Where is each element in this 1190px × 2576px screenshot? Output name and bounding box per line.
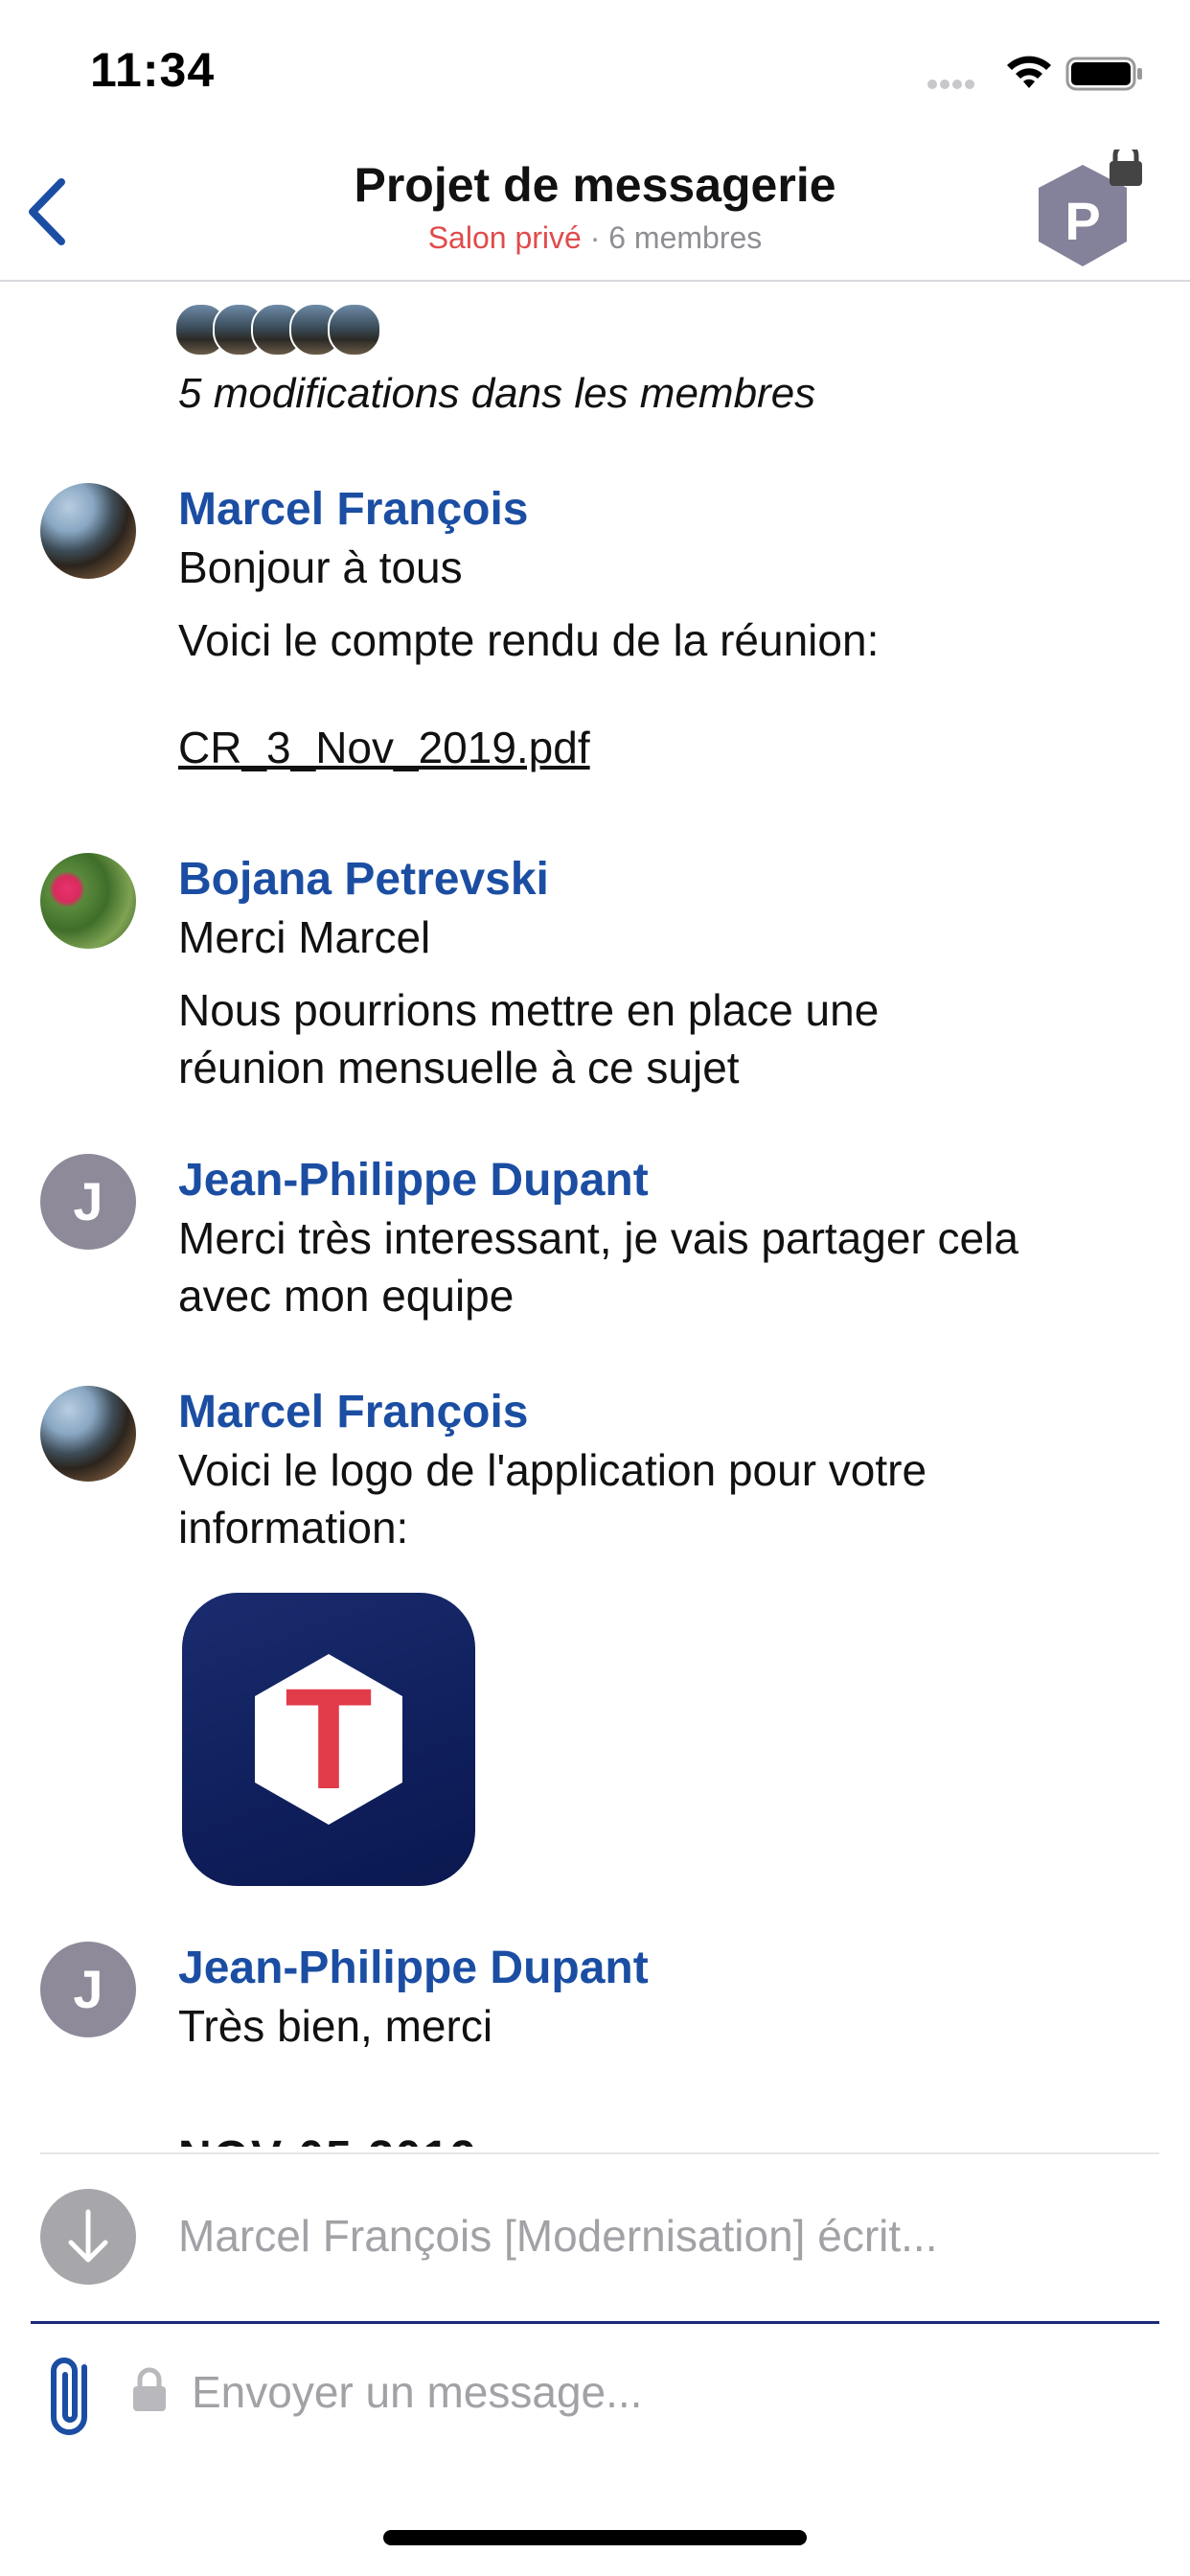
lock-icon xyxy=(133,2367,166,2411)
message-text: information: xyxy=(178,1503,409,1552)
room-title[interactable]: Projet de messagerie xyxy=(0,157,1190,213)
message-input[interactable] xyxy=(192,2354,1131,2430)
avatar[interactable] xyxy=(40,1386,136,1482)
composer-divider xyxy=(31,2321,1159,2324)
message-text: Voici le logo de l'application pour votr… xyxy=(178,1445,927,1495)
battery-icon xyxy=(1065,57,1142,91)
message-text: Très bien, merci xyxy=(178,2001,493,2051)
arrow-down-icon xyxy=(68,2209,108,2263)
message-text: réunion mensuelle à ce sujet xyxy=(178,1043,740,1092)
chat-screen: 11:34 Projet de messagerie Salon privé ·… xyxy=(0,0,1190,2576)
member-avatar xyxy=(328,303,381,356)
scroll-to-bottom-button[interactable] xyxy=(40,2189,136,2285)
member-count[interactable]: 6 membres xyxy=(608,220,762,255)
member-avatars-stack xyxy=(174,303,385,356)
private-room-label: Salon privé xyxy=(427,220,582,255)
image-attachment[interactable]: T xyxy=(182,1593,475,1886)
date-separator: NOV 05 2019 xyxy=(178,2131,478,2147)
app-logo-letter: T xyxy=(285,1658,373,1819)
status-bar: 11:34 xyxy=(0,0,1190,144)
status-time: 11:34 xyxy=(90,43,216,97)
typing-divider xyxy=(40,2152,1159,2154)
sender-name[interactable]: Jean-Philippe Dupant xyxy=(178,1942,649,1994)
room-avatar[interactable]: P xyxy=(1031,142,1152,270)
room-subtitle: Salon privé · 6 membres xyxy=(0,220,1190,256)
attachment-icon[interactable] xyxy=(42,2346,100,2446)
message-text: Nous pourrions mettre en place une xyxy=(178,985,880,1035)
subtitle-separator: · xyxy=(589,220,601,255)
message-text: Bonjour à tous xyxy=(178,542,463,592)
message-text: Voici le compte rendu de la réunion: xyxy=(178,615,880,665)
sender-name[interactable]: Marcel François xyxy=(178,1386,528,1438)
message-text: Merci très interessant, je vais partager… xyxy=(178,1213,1018,1263)
sender-name[interactable]: Jean-Philippe Dupant xyxy=(178,1154,649,1207)
message-timeline[interactable]: 5 modifications dans les membres Marcel … xyxy=(0,282,1190,2147)
avatar[interactable] xyxy=(40,483,136,579)
cellular-signal-icon xyxy=(927,77,987,90)
wifi-icon xyxy=(1007,56,1051,88)
typing-indicator: Marcel François [Modernisation] écrit... xyxy=(178,2211,938,2261)
avatar[interactable] xyxy=(40,853,136,949)
attachment-link[interactable]: CR_3_Nov_2019.pdf xyxy=(178,719,590,776)
room-header: Projet de messagerie Salon privé · 6 mem… xyxy=(0,142,1190,282)
sender-name[interactable]: Bojana Petrevski xyxy=(178,853,549,906)
avatar[interactable]: J xyxy=(40,1154,136,1250)
membership-event-text[interactable]: 5 modifications dans les membres xyxy=(178,370,815,418)
home-indicator[interactable] xyxy=(383,2530,807,2545)
message-text: Merci Marcel xyxy=(178,912,431,962)
avatar[interactable]: J xyxy=(40,1942,136,2037)
room-avatar-letter: P xyxy=(1064,191,1101,251)
message-text: avec mon equipe xyxy=(178,1271,515,1321)
sender-name[interactable]: Marcel François xyxy=(178,483,528,536)
